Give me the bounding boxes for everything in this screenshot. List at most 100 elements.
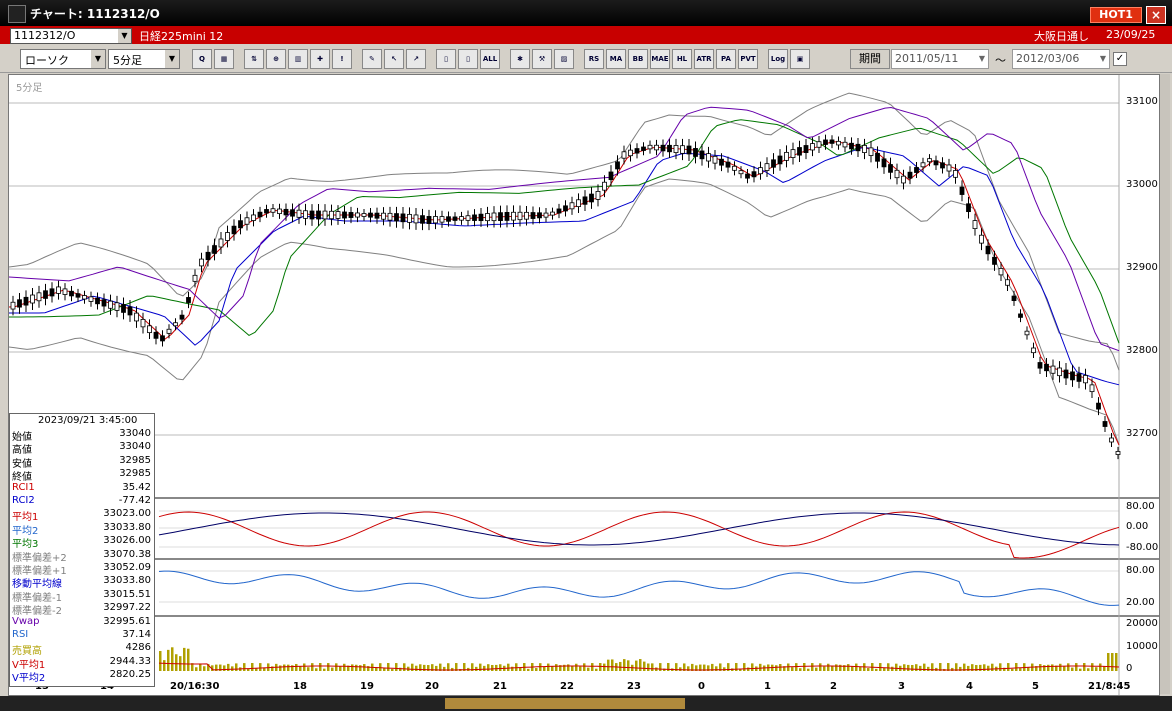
volume-bar [303,663,306,671]
info-row: 安値 32985 [11,455,153,470]
buy-sell-icon[interactable]: ⇅ [244,49,264,69]
candle-body [1063,369,1069,379]
bb-icon[interactable]: BB [628,49,648,69]
hl-icon[interactable]: HL [672,49,692,69]
close-button[interactable]: × [1146,6,1166,24]
time-axis-label: 21/8:45 [1088,681,1131,692]
candle-body [452,216,458,221]
ma-icon[interactable]: MA [606,49,626,69]
candle-body [1115,451,1121,455]
warn-icon[interactable]: ! [332,49,352,69]
atr-icon[interactable]: ATR [694,49,714,69]
volume-bar [223,665,226,671]
chevron-down-icon[interactable]: ▼ [118,29,131,43]
candle-body [114,302,120,311]
volume-bar [323,668,326,671]
date-to-picker[interactable]: 2012/03/06 ▼ [1012,49,1110,69]
candle-body [920,162,926,168]
volume-bar [279,665,282,671]
period-button[interactable]: 期間 [850,49,890,69]
volume-bar [1063,666,1066,671]
candle-body [699,150,705,160]
palette-icon[interactable]: ▨ [554,49,574,69]
time-axis-label: 0 [698,681,705,692]
volume-bar [583,663,586,671]
wrench-icon[interactable]: ⚒ [532,49,552,69]
chart-area[interactable] [8,74,1160,696]
print-icon[interactable]: ▣ [790,49,810,69]
cursor-icon[interactable]: ↖ [384,49,404,69]
volume-bar [511,666,514,671]
volume-bar [891,666,894,671]
pa-icon[interactable]: PA [716,49,736,69]
candle-body [972,220,978,229]
volume-bar [635,660,638,671]
info-row: 標準偏差-2 32997.22 [11,602,153,617]
symbol-code-value: 1112312/O [14,29,76,42]
pencil-icon[interactable]: ✎ [362,49,382,69]
volume-bar [1075,663,1078,671]
volume-bar [791,667,794,671]
all-icon[interactable]: ALL [480,49,500,69]
candle-a-icon[interactable]: ▯ [436,49,456,69]
info-label: RCI2 [12,495,35,506]
volume-bar [867,668,870,671]
volume-bar [1071,667,1074,671]
candle-body [88,296,94,302]
timeframe-select[interactable]: 5分足 ▼ [108,49,180,69]
candle-b-icon[interactable]: ▯ [458,49,478,69]
candle-body [894,169,900,179]
search-icon[interactable]: Q [192,49,212,69]
candle-body [121,304,126,313]
mae-icon[interactable]: MAE [650,49,670,69]
time-axis-label: 19 [360,681,374,692]
candle-body [316,210,321,220]
link-icon[interactable]: ↗ [406,49,426,69]
rci1-line [158,511,1120,559]
bars-icon[interactable]: ▥ [288,49,308,69]
candle-body [179,314,185,320]
scroll-thumb[interactable] [445,698,685,709]
gear-icon[interactable]: ✱ [510,49,530,69]
chevron-down-icon[interactable]: ▼ [91,50,105,68]
volume-bar [807,668,810,671]
candle-body [95,297,100,305]
chart-canvas[interactable] [8,75,1159,695]
chart-type-select[interactable]: ローソク ▼ [20,49,106,69]
candle-body [842,141,848,148]
toolbar: ローソク ▼ 5分足 ▼ Q ▦ ⇅ ⊕ ▥ ✚! ✎ ↖ ↗ ▯ ▯ ALL ✱ ⚒ ▨ RS MA BB MAE… [0,44,1172,73]
date-from-picker[interactable]: 2011/05/11 ▼ [891,49,989,69]
candle-body [1109,437,1114,443]
vertical-scrollbar[interactable] [1160,74,1170,694]
zoom-icon[interactable]: ⊕ [266,49,286,69]
info-row: 終値 32985 [11,468,153,483]
range-checkbox[interactable]: ✓ [1113,52,1127,66]
chevron-down-icon[interactable]: ▼ [165,50,179,68]
candle-body [1005,279,1010,286]
calendar-icon[interactable]: ▼ [1097,50,1109,68]
candle-body [745,173,750,179]
candle-body [680,145,685,154]
volume-bar [167,649,170,671]
horizontal-scrollbar[interactable] [0,696,1172,711]
cross-icon[interactable]: ✚ [310,49,330,69]
volume-bar [475,666,478,671]
candle-body [732,165,737,171]
candle-body [667,144,672,153]
rs-icon[interactable]: RS [584,49,604,69]
candle-body [75,293,81,298]
calendar-icon[interactable]: ▼ [976,50,988,68]
candle-body [465,215,471,221]
volume-bar [1011,668,1014,671]
candle-body [959,186,965,195]
candle-body [673,145,679,154]
hot1-badge[interactable]: HOT1 [1090,7,1142,23]
title-bar: チャート: 1112312/O HOT1 × [0,0,1172,26]
symbol-code-select[interactable]: 1112312/O ▼ [10,28,132,44]
candle-body [998,268,1004,276]
log-icon[interactable]: Log [768,49,788,69]
candle-body [43,290,48,299]
info-row: 高値 33040 [11,441,153,456]
grid-icon[interactable]: ▦ [214,49,234,69]
pvt-icon[interactable]: PVT [738,49,758,69]
